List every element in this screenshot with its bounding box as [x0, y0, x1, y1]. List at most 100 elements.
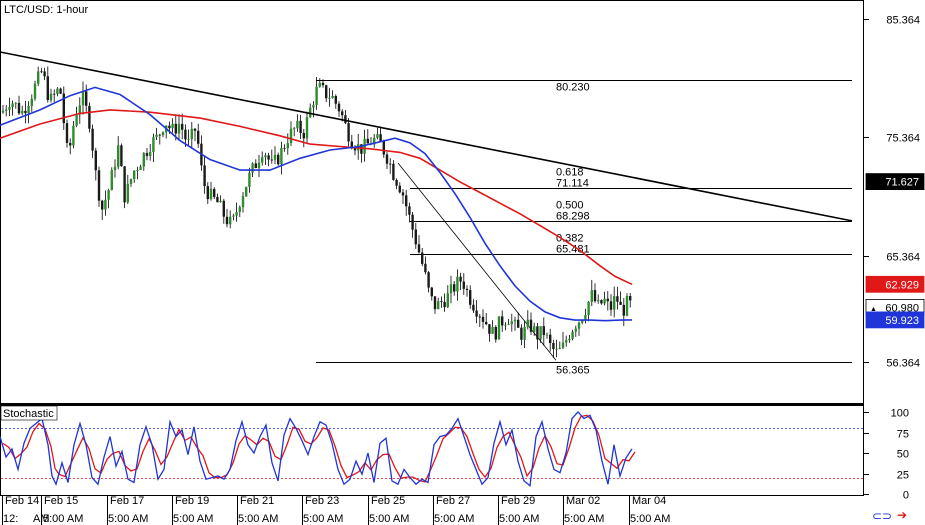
stochastic-label: Stochastic	[3, 408, 54, 420]
candle-up	[523, 327, 526, 340]
candle-up	[504, 324, 507, 326]
candle-down	[69, 142, 72, 146]
candle-up	[149, 152, 152, 156]
time-label: 5:00 AM	[238, 513, 278, 525]
candle-up	[129, 179, 133, 184]
candle-up	[603, 298, 606, 304]
candle-up	[139, 166, 142, 170]
candle-down	[488, 324, 491, 334]
candle-up	[155, 134, 158, 138]
candle-up	[248, 172, 251, 187]
candle-down	[94, 150, 97, 171]
date-label: Feb 27	[436, 495, 470, 507]
candle-down	[101, 200, 104, 210]
candle-up	[209, 188, 213, 200]
candle-up	[545, 334, 549, 336]
candle-up	[261, 157, 264, 163]
candle-up	[177, 123, 181, 134]
candle-down	[427, 272, 430, 288]
date-label: Feb 15	[44, 495, 78, 507]
fib-level-price: 56.365	[556, 365, 590, 377]
candle-up	[49, 93, 53, 101]
candle-down	[213, 188, 216, 197]
candle-down	[302, 133, 305, 139]
candle-up	[30, 98, 33, 106]
candle-down	[120, 145, 123, 167]
candle-down	[283, 147, 286, 149]
stochastic-tick-label: 50	[897, 449, 909, 461]
fib-level-price: 80.230	[556, 82, 590, 94]
candle-down	[17, 102, 21, 114]
candle-up	[571, 331, 574, 339]
candle-down	[193, 128, 197, 131]
candle-down	[501, 316, 504, 326]
candle-up	[296, 120, 299, 129]
candle-down	[382, 141, 385, 155]
candle-up	[113, 166, 117, 171]
candle-up	[456, 276, 459, 292]
candles	[1, 66, 632, 358]
candle-up	[497, 316, 501, 340]
candle-down	[609, 301, 613, 310]
candle-down	[469, 290, 472, 305]
candle-down	[433, 296, 437, 310]
time-label: 5:00 AM	[173, 513, 213, 525]
candle-up	[21, 110, 24, 114]
candle-up	[510, 321, 513, 325]
candle-down	[222, 200, 225, 217]
candle-down	[616, 296, 619, 302]
candle-down	[59, 88, 62, 94]
time-label: 12:	[3, 513, 18, 525]
candle-down	[181, 123, 184, 130]
candle-up	[37, 71, 40, 84]
candle-up	[286, 143, 289, 149]
candle-up	[161, 132, 165, 136]
candle-down	[494, 327, 497, 340]
date-label: Feb 19	[175, 495, 209, 507]
candle-down	[353, 148, 357, 151]
candle-up	[11, 103, 14, 108]
candle-down	[267, 155, 270, 160]
date-label: Feb 25	[371, 495, 405, 507]
candle-up	[8, 107, 11, 110]
chart-canvas[interactable]: 80.2300.61871.1140.50068.2980.38265.4815…	[0, 0, 925, 525]
candle-down	[549, 334, 552, 343]
candle-up	[625, 296, 629, 316]
time-label: 5:00 AM	[108, 513, 148, 525]
candle-up	[245, 186, 248, 197]
candle-up	[110, 170, 113, 191]
stochastic-tick-label: 0	[903, 490, 909, 502]
candle-up	[171, 123, 174, 129]
candle-up	[584, 315, 587, 320]
candle-up	[33, 83, 37, 99]
candle-up	[107, 190, 110, 200]
time-axis: Feb 14 Feb 15 Feb 17 Feb 19 Feb 21 Feb 23 Feb …	[2, 495, 670, 525]
candle-up	[264, 155, 267, 158]
candle-down	[440, 301, 443, 302]
candle-down	[421, 252, 424, 264]
candle-down	[168, 125, 171, 129]
candle-down	[414, 229, 417, 245]
candle-down	[443, 301, 446, 308]
fibonacci-levels[interactable]: 80.2300.61871.1140.50068.2980.38265.4815…	[316, 80, 852, 377]
candle-up	[251, 163, 254, 173]
candle-down	[337, 103, 341, 112]
time-label: 5:00 AM	[369, 513, 409, 525]
link-icon[interactable]: ⊂⊃	[872, 510, 892, 522]
candle-down	[389, 163, 392, 165]
candle-up	[190, 128, 193, 140]
date-label: Mar 04	[632, 495, 666, 507]
fib-level-price: 71.114	[556, 178, 589, 190]
candle-up	[133, 170, 136, 180]
candle-down	[417, 244, 421, 253]
candle-down	[270, 159, 273, 161]
candle-down	[411, 214, 414, 230]
candle-up	[561, 342, 565, 348]
stochastic-lines	[0, 411, 863, 488]
candle-up	[328, 98, 331, 99]
candle-down	[459, 276, 462, 282]
candle-down	[478, 316, 481, 318]
stochastic-axis: 100 75 50 25 0	[864, 408, 909, 502]
arrow-right-icon[interactable]: ➔	[897, 509, 907, 521]
candle-up	[75, 114, 78, 126]
